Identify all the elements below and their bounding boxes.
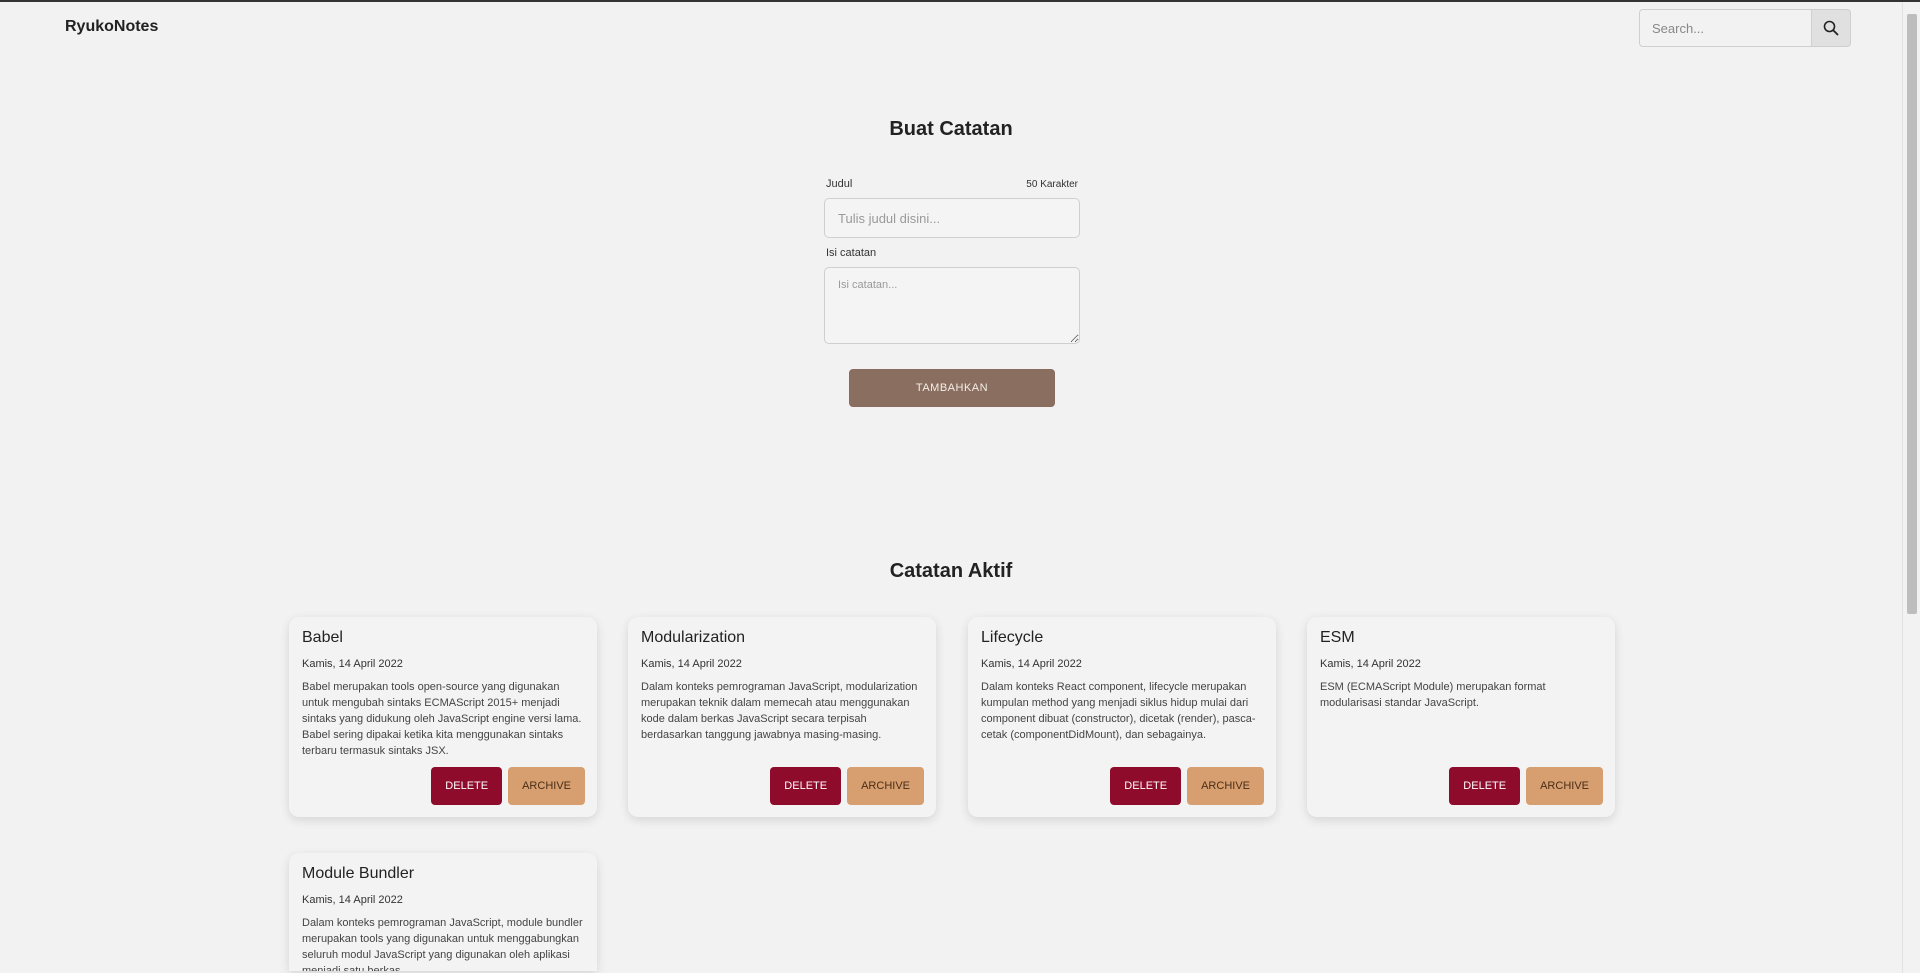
- add-note-button[interactable]: TAMBAHKAN: [849, 369, 1055, 407]
- note-card: Modularization Kamis, 14 April 2022 Dala…: [628, 617, 936, 817]
- note-body: Babel merupakan tools open-source yang d…: [302, 681, 582, 757]
- note-title: ESM: [1320, 629, 1355, 646]
- note-body: Dalam konteks React component, lifecycle…: [981, 681, 1256, 741]
- archive-button[interactable]: ARCHIVE: [1526, 767, 1603, 805]
- note-card: Babel Kamis, 14 April 2022 Babel merupak…: [289, 617, 597, 817]
- body-label-row: Isi catatan: [824, 245, 1080, 261]
- note-title: Babel: [302, 629, 343, 646]
- note-date: Kamis, 14 April 2022: [641, 658, 742, 670]
- note-actions: DELETE ARCHIVE: [431, 767, 585, 805]
- note-title: Modularization: [641, 629, 746, 646]
- body-label: Isi catatan: [826, 247, 877, 259]
- active-notes-title: Catatan Aktif: [889, 560, 1013, 582]
- archive-button[interactable]: ARCHIVE: [847, 767, 924, 805]
- note-body: ESM (ECMAScript Module) merupakan format…: [1320, 681, 1546, 709]
- note-date: Kamis, 14 April 2022: [302, 658, 403, 670]
- note-title: Lifecycle: [981, 629, 1044, 646]
- note-date: Kamis, 14 April 2022: [302, 894, 403, 906]
- note-date: Kamis, 14 April 2022: [1320, 658, 1421, 670]
- search-icon: [1823, 20, 1839, 36]
- delete-button[interactable]: DELETE: [1110, 767, 1182, 805]
- title-label-row: Judul 50 Karakter: [824, 176, 1080, 192]
- note-actions: DELETE ARCHIVE: [1110, 767, 1264, 805]
- note-title-input[interactable]: [824, 198, 1080, 238]
- search-input[interactable]: [1639, 9, 1811, 47]
- note-title: Module Bundler: [302, 865, 415, 882]
- archive-button[interactable]: ARCHIVE: [508, 767, 585, 805]
- note-card: Lifecycle Kamis, 14 April 2022 Dalam kon…: [968, 617, 1276, 817]
- create-note-form: Judul 50 Karakter Isi catatan: [824, 176, 1080, 344]
- char-counter: 50 Karakter: [1026, 178, 1078, 190]
- note-date: Kamis, 14 April 2022: [981, 658, 1082, 670]
- archive-button[interactable]: ARCHIVE: [1187, 767, 1264, 805]
- brand-logo[interactable]: RyukoNotes: [65, 18, 158, 36]
- top-bar: RyukoNotes: [0, 2, 1900, 57]
- note-body-input[interactable]: [824, 267, 1080, 344]
- scrollbar-thumb[interactable]: [1907, 14, 1917, 614]
- page-scrollbar[interactable]: [1902, 2, 1920, 973]
- note-actions: DELETE ARCHIVE: [1449, 767, 1603, 805]
- title-label: Judul: [826, 178, 853, 190]
- note-card: Module Bundler Kamis, 14 April 2022 Dala…: [289, 853, 597, 971]
- delete-button[interactable]: DELETE: [431, 767, 503, 805]
- note-body: Dalam konteks pemrograman JavaScript, mo…: [641, 681, 918, 741]
- note-actions: DELETE ARCHIVE: [770, 767, 924, 805]
- delete-button[interactable]: DELETE: [770, 767, 842, 805]
- delete-button[interactable]: DELETE: [1449, 767, 1521, 805]
- search-button[interactable]: [1811, 9, 1851, 47]
- search-box: [1639, 9, 1851, 47]
- note-card: ESM Kamis, 14 April 2022 ESM (ECMAScript…: [1307, 617, 1615, 817]
- create-note-title: Buat Catatan: [889, 118, 1013, 140]
- note-body: Dalam konteks pemrograman JavaScript, mo…: [302, 917, 583, 971]
